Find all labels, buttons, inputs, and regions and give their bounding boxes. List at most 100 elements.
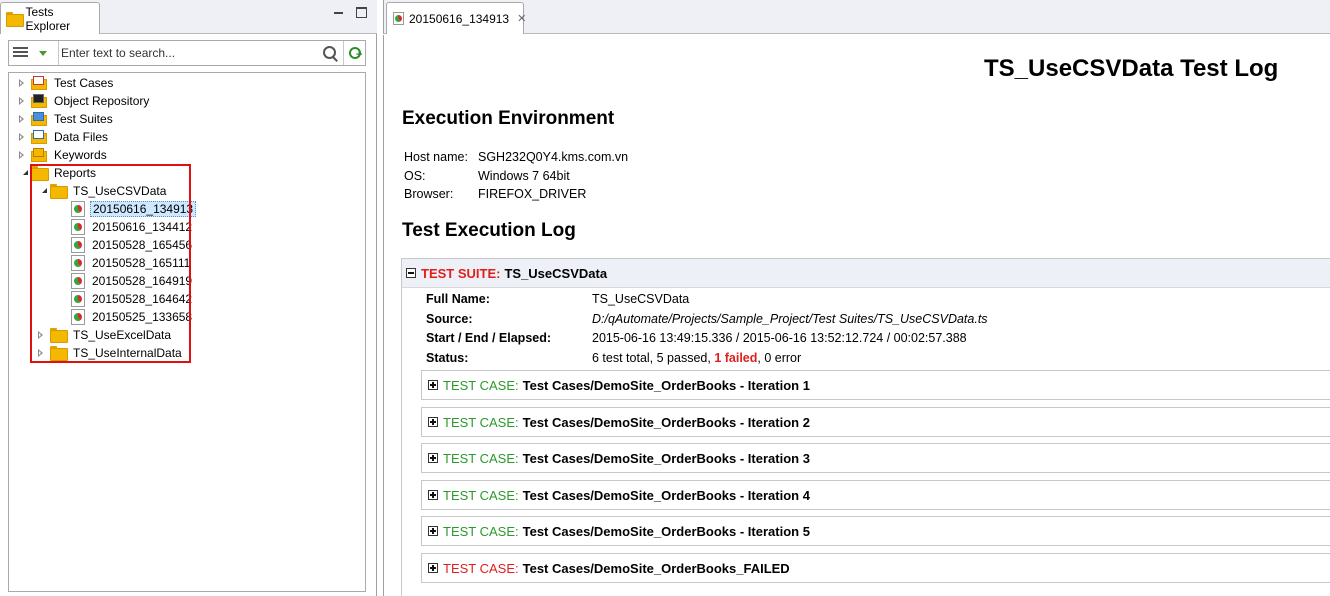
tab-label: Tests Explorer [25,4,71,33]
info-row: Status: 6 test total, 5 passed, 1 failed… [426,349,988,369]
status-error: , 0 error [757,350,802,365]
test-case-row[interactable]: TEST CASE: Test Cases/DemoSite_OrderBook… [421,480,1330,510]
tree-item-label: Data Files [54,130,109,144]
expand-icon[interactable] [17,92,27,110]
search-input[interactable] [61,43,321,63]
expand-icon[interactable] [17,128,27,146]
tree-item-test-suites[interactable]: Test Suites [17,110,115,128]
tree-item-label: 20150528_164642 [92,292,193,306]
test-case-row[interactable]: TEST CASE: Test Cases/DemoSite_OrderBook… [421,443,1330,473]
minimize-icon[interactable] [332,6,346,20]
tab-label: 20150616_134913 [409,11,510,26]
tree-item-test-cases[interactable]: Test Cases [17,74,115,92]
case-name: Test Cases/DemoSite_OrderBooks - Iterati… [522,450,810,466]
tree-item-report[interactable]: 20150528_164642 [71,290,194,308]
page-title: TS_UseCSVData Test Log [984,55,1279,82]
close-icon[interactable]: ✕ [517,12,526,25]
env-value: SGH232Q0Y4.kms.com.vn [478,150,629,164]
env-heading: Execution Environment [402,108,615,129]
tree-item-label: TS_UseExcelData [73,328,172,342]
collapse-icon[interactable] [36,182,46,200]
expand-icon[interactable] [428,490,438,500]
object-repository-icon [31,94,47,108]
env-label: OS: [404,168,426,183]
tree-item-reports[interactable]: Reports [17,164,98,182]
tree-item-report[interactable]: 20150528_165456 [71,236,194,254]
env-value: FIREFOX_DRIVER [478,187,587,201]
tree-item-label: 20150528_164919 [92,274,193,288]
case-name: Test Cases/DemoSite_OrderBooks - Iterati… [522,414,810,430]
report-icon [71,309,85,325]
test-case-row[interactable]: TEST CASE: Test Cases/DemoSite_OrderBook… [421,407,1330,437]
tree-item-report[interactable]: 20150528_164919 [71,272,194,290]
tab-report[interactable]: 20150616_134913 ✕ [386,2,526,34]
maximize-icon[interactable] [356,7,367,18]
tab-tests-explorer[interactable]: Tests Explorer [0,2,100,34]
expand-icon[interactable] [17,146,27,164]
expand-icon[interactable] [428,417,438,427]
test-case-row[interactable]: TEST CASE: Test Cases/DemoSite_OrderBook… [421,516,1330,546]
info-label: Status: [426,350,469,365]
advanced-search-icon[interactable] [347,45,363,61]
info-row: Source: D:/qAutomate/Projects/Sample_Pro… [426,310,988,330]
tree-item-label: Test Suites [54,112,113,126]
info-row: Start / End / Elapsed: 2015-06-16 13:49:… [426,329,988,349]
tree-item-report[interactable]: 20150616_134913 [71,200,197,218]
collapse-icon[interactable] [17,164,27,182]
tree-item-report[interactable]: 20150616_134412 [71,218,194,236]
search-bar [8,40,366,66]
case-keyword: TEST CASE: [443,523,519,539]
expand-icon[interactable] [428,563,438,573]
test-suite-header[interactable]: TEST SUITE: TS_UseCSVData [402,259,1330,288]
status-failed: 1 failed [714,350,758,365]
tree-item-label: 20150528_165456 [92,238,193,252]
info-row: Full Name: TS_UseCSVData [426,290,988,310]
info-label: Source: [426,311,473,326]
report-editor: 20150616_134913 ✕ TS_UseCSVData Test Log… [383,0,1330,596]
expand-icon[interactable] [36,344,46,362]
test-case-row-failed[interactable]: TEST CASE: Test Cases/DemoSite_OrderBook… [421,553,1330,583]
folder-icon [31,166,49,181]
tree-item-keywords[interactable]: Keywords [17,146,109,164]
expand-icon[interactable] [428,526,438,536]
search-icon[interactable] [322,45,338,61]
expand-icon[interactable] [17,74,27,92]
tree-item-report[interactable]: 20150528_165111 [71,254,192,272]
case-name: Test Cases/DemoSite_OrderBooks - Iterati… [522,523,810,539]
tree-item-label: Reports [54,166,97,180]
expand-icon[interactable] [428,380,438,390]
folder-icon [50,346,68,361]
left-tab-bar: Tests Explorer [0,0,377,34]
tree-item-ts-useinternaldata[interactable]: TS_UseInternalData [36,344,184,362]
dropdown-arrow-icon[interactable] [39,51,47,56]
report-content: TS_UseCSVData Test Log Execution Environ… [383,35,1330,596]
expand-icon[interactable] [17,110,27,128]
view-menu-icon[interactable] [13,47,28,59]
expand-icon[interactable] [428,453,438,463]
tree-item-object-repository[interactable]: Object Repository [17,92,151,110]
info-label: Full Name: [426,292,490,306]
test-case-row[interactable]: TEST CASE: Test Cases/DemoSite_OrderBook… [421,370,1330,400]
status-total: 6 test total, 5 passed, [592,350,711,365]
tree-item-label: TS_UseCSVData [73,184,167,198]
collapse-icon[interactable] [406,268,416,278]
case-keyword: TEST CASE: [443,377,519,393]
suite-name: TS_UseCSVData [504,265,608,281]
tree-item-report[interactable]: 20150525_133658 [71,308,194,326]
tree-item-ts-useexceldata[interactable]: TS_UseExcelData [36,326,173,344]
case-keyword: TEST CASE: [443,450,519,466]
tree-item-data-files[interactable]: Data Files [17,128,110,146]
case-keyword: TEST CASE: [443,487,519,503]
expand-icon[interactable] [36,326,46,344]
tree-item-label: Keywords [54,148,107,162]
report-icon [393,12,404,25]
tree-item-label: 20150525_133658 [92,310,193,324]
tree-item-ts-usecsvdata[interactable]: TS_UseCSVData [36,182,168,200]
tree-item-label: 20150528_165111 [92,256,191,270]
folder-icon [50,184,68,199]
tree-item-label: Object Repository [54,94,150,108]
report-icon [71,291,85,307]
log-heading: Test Execution Log [402,220,576,241]
environment-table: Host name: SGH232Q0Y4.kms.com.vn OS: Win… [404,148,628,204]
info-value: TS_UseCSVData [592,292,690,306]
